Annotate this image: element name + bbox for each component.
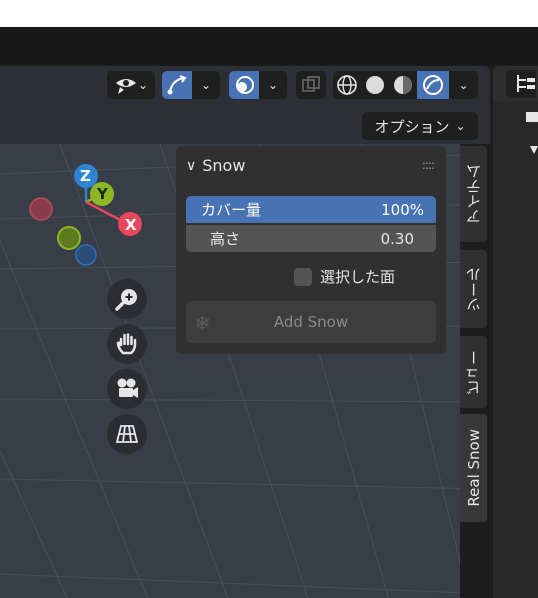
top-bar [0,27,538,65]
gizmo-dropdown[interactable]: ⌄ [192,71,220,99]
gizmo-toggle[interactable] [162,71,192,99]
outliner-expand-icon[interactable] [530,146,538,156]
cover-amount-label: カバー量 [201,201,262,219]
shading-solid-icon [366,76,384,94]
options-button[interactable]: オプション ⌄ [362,112,478,140]
visibility-button[interactable]: ⌄ [107,71,155,99]
height-value: 0.30 [380,229,414,248]
cover-amount-slider[interactable]: カバー量 100% [186,196,436,223]
gizmo-neg-z[interactable] [75,244,97,266]
overlay-toggle[interactable] [229,71,259,99]
tab-tool-label: ツール [465,266,483,312]
selected-faces-checkbox[interactable] [294,267,312,286]
gizmo-x-label: X [125,216,137,234]
selected-faces-option[interactable]: 選択した面 [294,266,395,287]
chevron-down-icon: ⌄ [458,78,469,92]
snowflake-icon: ❄ [194,311,211,335]
chevron-down-icon: ⌄ [137,78,149,92]
perspective-toggle-button[interactable] [107,414,147,454]
shading-material-icon [394,76,412,94]
gizmo-y-label: Y [97,185,108,203]
hand-icon [116,333,137,355]
tab-view[interactable]: ビュー [460,336,487,408]
height-label: 高さ [210,230,241,248]
shading-material-button[interactable] [389,71,417,99]
shading-dropdown[interactable]: ⌄ [449,71,478,99]
cover-amount-value: 100% [381,200,424,219]
camera-icon [117,378,138,398]
overlay-icon [236,76,254,94]
tab-view-label: ビュー [465,349,483,395]
zoom-button[interactable] [107,279,147,319]
visibility-icon [115,79,136,94]
tab-real-snow[interactable]: Real Snow [460,414,487,522]
tab-item[interactable]: アイテム [460,146,487,242]
gizmo-z-label: Z [80,167,91,185]
panel-header[interactable]: ∨ Snow [186,156,245,175]
add-snow-label: Add Snow [273,313,349,331]
panel-collapse-icon[interactable]: ∨ [186,158,196,174]
tab-item-label: アイテム [465,164,483,224]
gizmo-neg-y[interactable] [57,226,81,250]
shading-rendered-button[interactable] [417,71,449,99]
drag-handle-icon[interactable]: :::: [422,158,435,172]
tab-tool[interactable]: ツール [460,250,487,328]
shading-rendered-icon [423,75,443,95]
shading-wireframe-button[interactable] [333,71,361,99]
add-snow-button[interactable]: ❄ Add Snow [186,301,436,343]
outliner-collection-icon [526,112,538,122]
xray-button[interactable] [296,71,326,99]
pan-button[interactable] [107,324,147,364]
gizmo-icon [167,75,187,95]
shading-wireframe-icon [337,75,357,95]
outliner-editor-type-button[interactable] [506,70,536,98]
height-field[interactable]: 高さ 0.30 [186,225,436,252]
chevron-down-icon: ⌄ [200,78,212,92]
options-label: オプション [374,117,450,136]
grid-icon [115,425,139,443]
snow-panel: ∨ Snow :::: カバー量 100% 高さ 0.30 選択した面 ❄ Ad… [176,146,446,354]
overlay-dropdown[interactable]: ⌄ [259,71,287,99]
xray-icon [302,76,320,92]
selected-faces-label: 選択した面 [320,268,396,286]
shading-solid-button[interactable] [361,71,389,99]
chevron-down-icon: ⌄ [267,78,279,92]
tab-real-snow-label: Real Snow [464,429,483,507]
gizmo-neg-x[interactable] [29,197,53,221]
outliner-icon [517,75,535,92]
zoom-icon [115,289,137,311]
camera-view-button[interactable] [107,369,147,409]
chevron-down-icon: ⌄ [455,119,466,133]
panel-title: Snow [202,156,246,175]
